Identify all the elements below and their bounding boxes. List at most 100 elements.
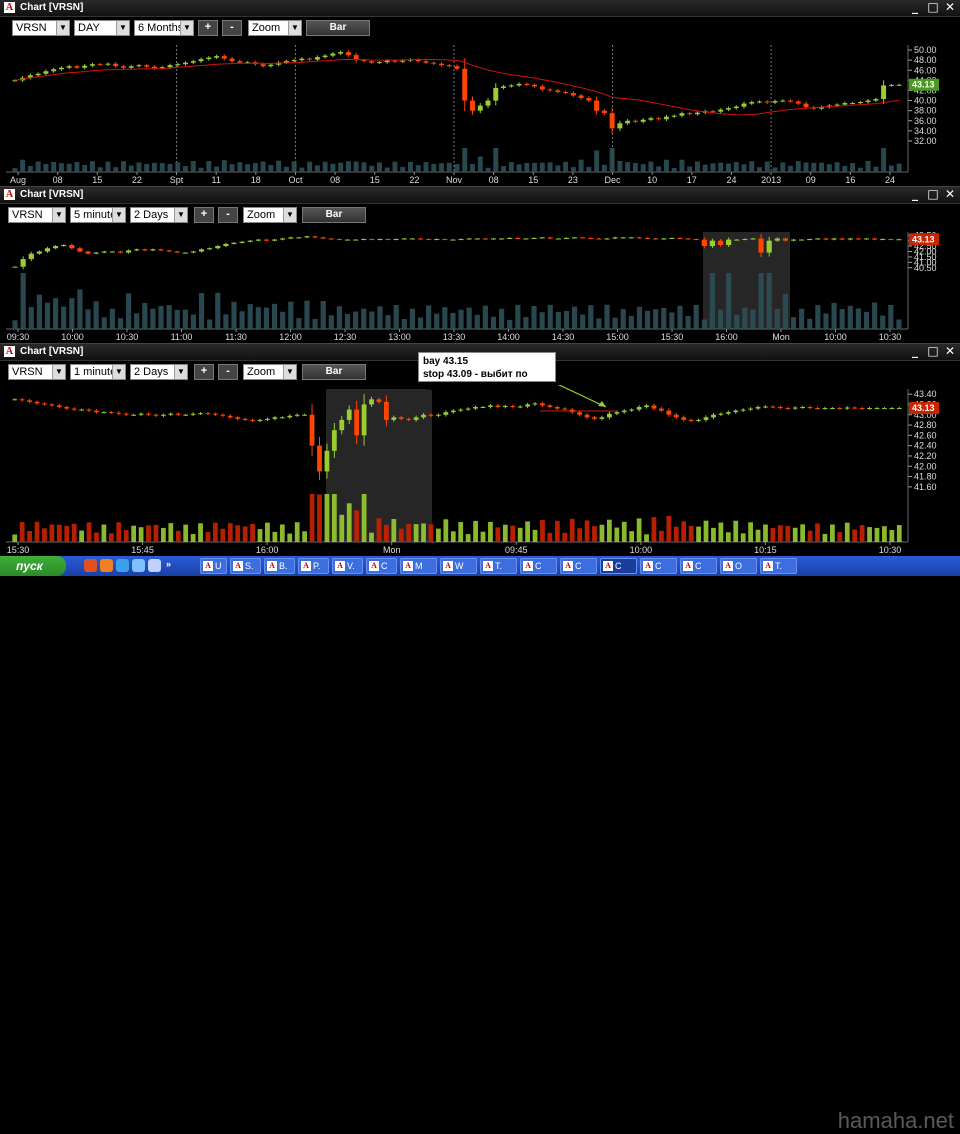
interval-select[interactable]: 5 minutes ▼ bbox=[70, 207, 126, 223]
minimize-button[interactable]: _ bbox=[908, 188, 922, 201]
quicklaunch-ie-icon[interactable] bbox=[116, 559, 129, 572]
zoom-in-button[interactable]: + bbox=[194, 364, 214, 380]
zoom-in-button[interactable]: + bbox=[198, 20, 218, 36]
maximize-button[interactable]: □ bbox=[926, 1, 940, 14]
taskbar-item[interactable]: AC bbox=[560, 558, 597, 574]
volume-bar bbox=[592, 526, 597, 542]
volume-bar bbox=[168, 523, 174, 542]
zoom-out-button[interactable]: - bbox=[222, 20, 242, 36]
volume-bar bbox=[345, 161, 351, 172]
bar-type-button[interactable]: Bar bbox=[302, 364, 366, 380]
volume-bar bbox=[578, 159, 584, 172]
candle-body bbox=[681, 417, 687, 420]
volume-bar bbox=[563, 310, 570, 329]
taskbar-item[interactable]: AC bbox=[366, 558, 397, 574]
symbol-select[interactable]: VRSN ▼ bbox=[8, 364, 66, 380]
volume-bar bbox=[159, 163, 165, 172]
taskbar-item[interactable]: AM bbox=[400, 558, 437, 574]
candle-body bbox=[34, 401, 40, 404]
zoom-in-button[interactable]: + bbox=[194, 207, 214, 223]
taskbar-item[interactable]: AU bbox=[200, 558, 227, 574]
volume-bar bbox=[755, 529, 761, 542]
x-tick-label: 24 bbox=[885, 175, 895, 185]
title-bar[interactable]: A Chart [VRSN] _ □ ✕ bbox=[0, 0, 960, 17]
quicklaunch-firefox-icon[interactable] bbox=[100, 559, 113, 572]
close-button[interactable]: ✕ bbox=[943, 345, 957, 358]
volume-bar bbox=[190, 533, 196, 542]
symbol-select[interactable]: VRSN ▼ bbox=[8, 207, 66, 223]
quicklaunch-app-icon[interactable] bbox=[132, 559, 145, 572]
minimize-button[interactable]: _ bbox=[908, 345, 922, 358]
taskbar-item[interactable]: A B. bbox=[264, 558, 295, 574]
range-select[interactable]: 6 Months ▼ bbox=[134, 20, 194, 36]
start-button[interactable]: пуск bbox=[0, 556, 66, 576]
volume-bar bbox=[43, 163, 49, 172]
candle-body bbox=[190, 251, 197, 253]
taskbar-item[interactable]: A V. bbox=[332, 558, 363, 574]
candle-body bbox=[302, 414, 307, 416]
taskbar-item[interactable]: A S. bbox=[230, 558, 261, 574]
candle-body bbox=[385, 239, 391, 241]
candle-body bbox=[837, 408, 843, 410]
volume-bar bbox=[417, 317, 424, 329]
quicklaunch-browser-icon[interactable] bbox=[84, 559, 97, 572]
bar-type-button[interactable]: Bar bbox=[306, 20, 370, 36]
candle-body bbox=[733, 106, 739, 109]
maximize-button[interactable]: □ bbox=[926, 188, 940, 201]
volume-bar bbox=[859, 525, 865, 542]
candle-body bbox=[144, 65, 150, 67]
price-chart-5min[interactable]: 43.5043.0042.5042.0041.5041.0040.5009:30… bbox=[0, 228, 960, 343]
volume-bar bbox=[391, 519, 397, 542]
volume-bar bbox=[377, 306, 383, 329]
zoom-out-button[interactable]: - bbox=[218, 364, 238, 380]
taskbar-item[interactable]: A T. bbox=[480, 558, 517, 574]
interval-select[interactable]: DAY ▼ bbox=[74, 20, 130, 36]
volume-bar bbox=[279, 524, 285, 542]
zoom-select[interactable]: Zoom ▼ bbox=[243, 364, 297, 380]
volume-bar bbox=[889, 530, 895, 542]
volume-bar bbox=[799, 308, 805, 329]
taskbar-item[interactable]: AC bbox=[640, 558, 677, 574]
taskbar-item[interactable]: AC bbox=[680, 558, 717, 574]
price-chart-daily[interactable]: 50.0048.0046.0044.0042.0040.0038.0036.00… bbox=[0, 41, 960, 186]
volume-bar bbox=[733, 520, 739, 542]
volume-bar bbox=[614, 527, 620, 542]
volume-bar bbox=[442, 307, 448, 329]
last-price-label: 43.13 bbox=[912, 403, 935, 413]
zoom-select[interactable]: Zoom ▼ bbox=[248, 20, 302, 36]
price-chart-1min[interactable]: 43.4043.2043.0042.8042.6042.4042.2042.00… bbox=[0, 385, 960, 556]
title-bar[interactable]: A Chart [VRSN] _ □ ✕ bbox=[0, 187, 960, 204]
interval-select[interactable]: 1 minute ▼ bbox=[70, 364, 126, 380]
volume-bar bbox=[263, 307, 270, 329]
range-select[interactable]: 2 Days ▼ bbox=[130, 364, 188, 380]
volume-bar bbox=[653, 309, 659, 329]
taskbar-item[interactable]: AO bbox=[720, 558, 757, 574]
taskbar-item[interactable]: AC bbox=[520, 558, 557, 574]
volume-bar bbox=[580, 314, 586, 329]
taskbar-item[interactable]: AW bbox=[440, 558, 477, 574]
taskbar-item[interactable]: A P. bbox=[298, 558, 329, 574]
range-select[interactable]: 2 Days ▼ bbox=[130, 207, 188, 223]
candle-body bbox=[636, 407, 642, 410]
volume-bar bbox=[663, 159, 669, 172]
maximize-button[interactable]: □ bbox=[926, 345, 940, 358]
minimize-button[interactable]: _ bbox=[908, 1, 922, 14]
taskbar-item[interactable]: AC bbox=[600, 558, 637, 574]
candle-body bbox=[428, 414, 434, 416]
close-button[interactable]: ✕ bbox=[943, 188, 957, 201]
zoom-out-button[interactable]: - bbox=[218, 207, 238, 223]
candle-body bbox=[539, 86, 545, 90]
bar-type-button[interactable]: Bar bbox=[302, 207, 366, 223]
taskbar-item[interactable]: A T. bbox=[760, 558, 797, 574]
chart-window-5min: A Chart [VRSN] _ □ ✕ VRSN ▼ 5 minutes ▼ 2 … bbox=[0, 187, 960, 344]
candle-body bbox=[896, 239, 902, 241]
symbol-select[interactable]: VRSN ▼ bbox=[12, 20, 70, 36]
quicklaunch-app2-icon[interactable] bbox=[148, 559, 161, 572]
quicklaunch-more-icon[interactable]: » bbox=[166, 559, 179, 572]
close-button[interactable]: ✕ bbox=[943, 1, 957, 14]
window-title: Chart [VRSN] bbox=[20, 346, 84, 357]
candle-body bbox=[688, 419, 694, 421]
zoom-select[interactable]: Zoom ▼ bbox=[243, 207, 297, 223]
volume-bar bbox=[785, 525, 791, 542]
candle-body bbox=[354, 409, 360, 436]
